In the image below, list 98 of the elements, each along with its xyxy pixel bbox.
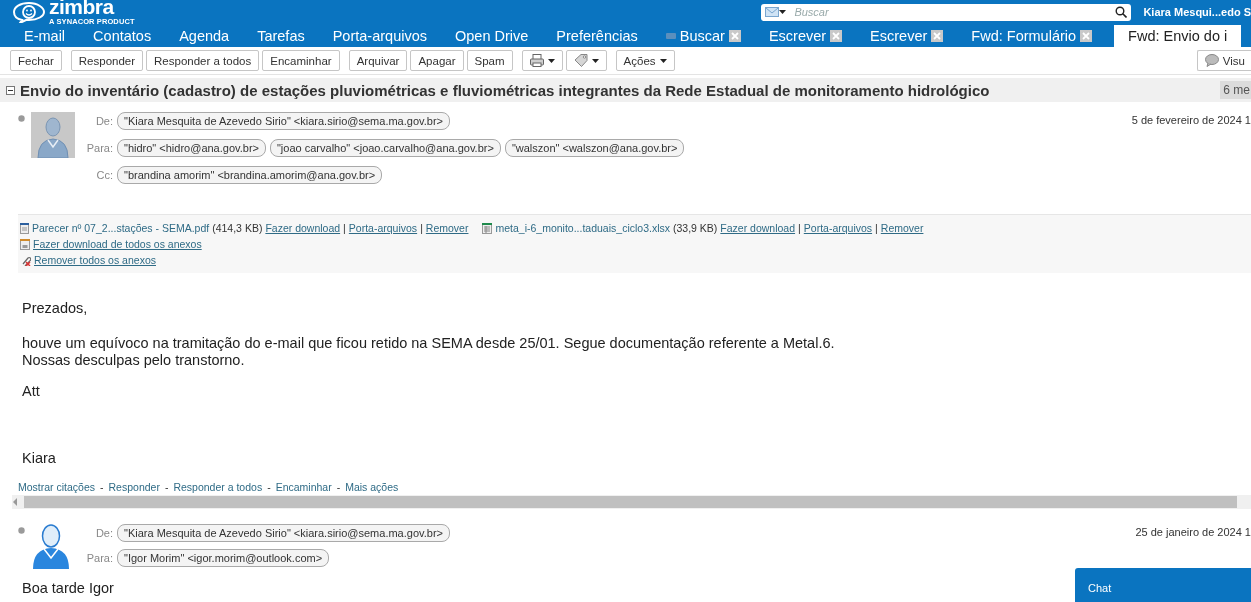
action-link[interactable]: Responder [108,481,160,493]
address-chip[interactable]: "walszon" <walszon@ana.gov.br> [504,139,685,157]
link-separator: | [875,222,878,234]
address-chip[interactable]: "Kiara Mesquita de Azevedo Sirio" <kiara.sirio@sema.ma.gov.br> [117,524,450,542]
message-date: 25 de janeiro de 2024 1 [1135,526,1251,540]
field-label: Para: [85,552,113,564]
tab[interactable]: Contatos [79,25,166,47]
tag-icon [573,54,588,67]
spreadsheet-icon [482,222,493,234]
tab[interactable]: Porta-arquivos [318,25,441,47]
toolbar-button[interactable]: Spam [466,50,513,71]
printer-icon [529,54,544,67]
body-text: Att [22,383,40,400]
file-name[interactable]: Parecer nº 07_2...stações - SEMA.pdf [32,222,210,234]
file-size: (33,9 KB) [673,222,718,234]
attachment-link[interactable]: Remover [425,222,469,234]
tab[interactable]: Agenda [165,25,244,47]
link-separator: | [420,222,423,234]
mail-icon [765,7,780,17]
attachment-link[interactable]: Porta-arquivos [803,222,873,234]
field-label: Cc: [95,169,113,181]
action-link[interactable]: Encaminhar [275,481,332,493]
action-link[interactable]: Responder a todos [173,481,263,493]
tab[interactable]: Fwd: Formulário [957,25,1107,47]
caret-icon [591,58,599,63]
attachment-link[interactable]: Fazer download [265,222,341,234]
person-silhouette [37,116,69,158]
download-all-link[interactable]: Fazer download de todos os anexos [33,238,202,250]
remove-all-link[interactable]: Remover todos os anexos [34,254,156,266]
address-chip[interactable]: "joao carvalho" <joao.carvalho@ana.gov.br> [269,139,501,157]
tag-menu-button[interactable] [565,50,607,71]
file-name[interactable]: meta_i-6_monito...taduais_ciclo3.xlsx [495,222,670,234]
tab[interactable]: Open Drive [441,25,543,47]
view-button[interactable]: Visu [1196,50,1251,71]
close-icon[interactable] [728,30,741,42]
scroll-left-icon[interactable] [12,498,18,506]
tab[interactable]: Escrever [754,25,857,47]
toolbar-button[interactable]: Apagar [410,50,464,71]
tab[interactable]: Tarefas [243,25,319,47]
avatar [31,524,71,570]
attachment-link[interactable]: Fazer download [720,222,796,234]
caret-icon [547,58,555,63]
body-text: Prezados, [22,300,88,317]
print-menu-button[interactable] [521,50,563,71]
address-chip[interactable]: "brandina amorim" <brandina.amorim@ana.gov.br> [117,166,383,184]
logo-icon [12,1,46,23]
link-separator: | [343,222,346,234]
chat-bar[interactable]: Chat [1075,568,1251,602]
toolbar-button[interactable]: Responder [70,50,144,71]
tab[interactable]: E-mail [10,25,80,47]
action-separator: - [100,481,104,493]
user-name[interactable]: Kiara Mesqui...edo S [1143,6,1251,18]
tab[interactable]: Buscar [651,25,755,47]
file-size: (414,3 KB) [212,222,263,234]
toolbar-button[interactable]: Fechar [10,50,62,71]
action-separator: - [164,481,169,493]
action-separator: - [267,481,271,493]
toolbar-button[interactable]: Responder a todos [146,50,260,71]
body-text: houve um equívoco na tramitação do e-mail que ficou retido na SEMA desde 25/01. Segue documentação referente a Metal.6. [22,335,835,352]
tab[interactable]: Escrever [856,25,958,47]
address-chip[interactable]: "hidro" <hidro@ana.gov.br> [117,139,266,157]
action-link[interactable]: Mostrar citações [18,481,96,493]
attachment-link[interactable]: Porta-arquivos [348,222,418,234]
field-label: De: [94,527,113,539]
status-dot [18,115,25,122]
body-text: Kiara [22,450,56,467]
body-text: Nossas desculpas pelo transtorno. [22,352,245,369]
paperclip-remove-icon [20,254,31,266]
toolbar-button[interactable]: Encaminhar [262,50,340,71]
message-date: 5 de fevereiro de 2024 1 [1131,114,1251,128]
field-label: De: [94,115,113,127]
address-chip[interactable]: "Igor Morim" <igor.morim@outlook.com> [117,549,330,567]
search-field[interactable]: Buscar [761,3,1132,21]
conversation-subject: Envio do inventário (cadastro) de estações pluviométricas e fluviométricas integrantes da Rede Estadual de monitoramento hidrológico [20,81,990,99]
chat-label[interactable]: Chat [1088,582,1112,594]
collapse-icon[interactable] [6,85,15,95]
message-count: 6 me [1220,81,1251,99]
close-icon[interactable] [931,30,944,42]
speech-bubble-icon [1204,54,1219,67]
search-tab-icon [665,33,676,39]
search-icon[interactable] [1115,6,1128,18]
toolbar-button[interactable]: Arquivar [348,50,408,71]
attachment-link[interactable]: Remover [880,222,924,234]
actions-menu-button[interactable]: Ações [615,50,675,71]
address-chip[interactable]: "Kiara Mesquita de Azevedo Sirio" <kiara.sirio@sema.ma.gov.br> [117,112,450,130]
action-link[interactable]: Mais ações [345,481,399,493]
search-input[interactable]: Buscar [792,5,1116,19]
link-separator: | [798,222,801,234]
field-label: Para: [85,142,113,154]
status-dot [18,527,25,534]
caret-icon[interactable] [779,10,787,14]
action-separator: - [336,481,341,493]
tab[interactable]: Fwd: Envio do i [1114,25,1242,47]
body-text: Boa tarde Igor [22,580,114,597]
tab[interactable]: Preferências [542,25,652,47]
caret-icon [659,58,667,63]
close-icon[interactable] [1080,30,1093,42]
close-icon[interactable] [830,30,843,42]
